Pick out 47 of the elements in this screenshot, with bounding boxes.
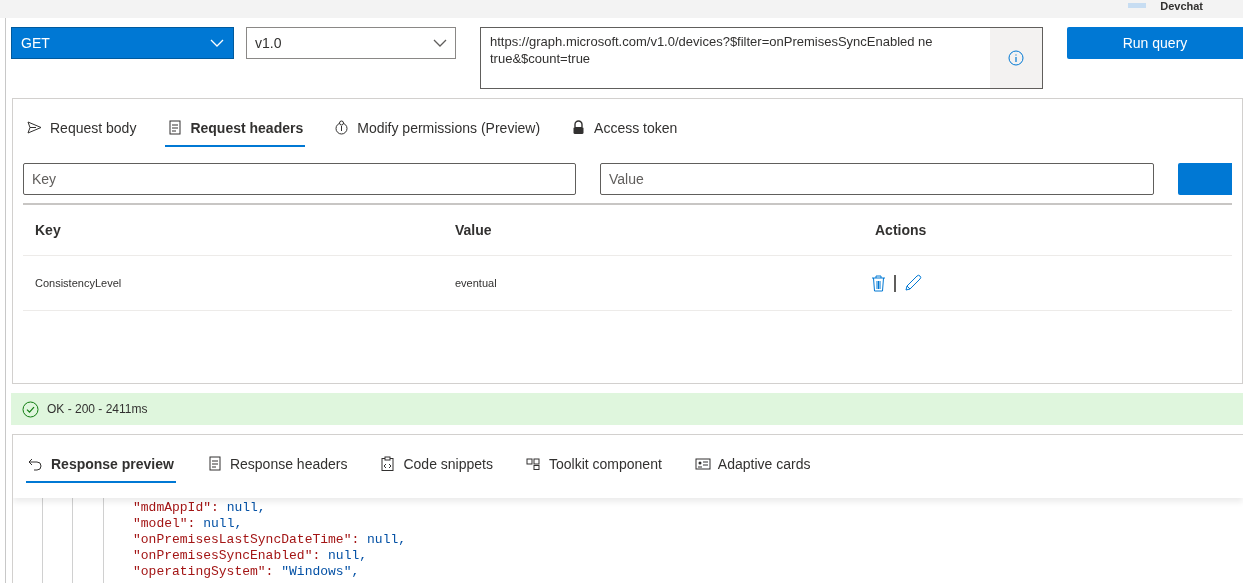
delete-icon[interactable] bbox=[871, 274, 886, 292]
send-icon bbox=[27, 120, 43, 136]
column-header: Value bbox=[455, 221, 492, 238]
json-key: "operatingSystem": bbox=[133, 564, 274, 579]
json-value: null, bbox=[367, 532, 407, 547]
json-value: null, bbox=[203, 516, 243, 531]
user-name: Devchat bbox=[1160, 0, 1203, 12]
json-key: "mdmAppId": bbox=[133, 500, 219, 515]
version-dropdown[interactable]: v1.0 bbox=[246, 27, 456, 59]
column-header: Actions bbox=[875, 221, 927, 238]
document-icon bbox=[206, 456, 223, 472]
json-value: null, bbox=[226, 500, 266, 515]
column-header: Key bbox=[35, 221, 61, 238]
method-dropdown[interactable]: GET bbox=[11, 27, 234, 59]
undo-icon bbox=[28, 456, 44, 472]
clipboard-code-icon bbox=[380, 456, 397, 472]
tab[interactable]: Code snippets bbox=[378, 447, 495, 483]
tab[interactable]: Request headers bbox=[165, 111, 306, 147]
json-key: "onPremisesLastSyncDateTime": bbox=[133, 532, 360, 547]
run-query-button[interactable]: Run query bbox=[1067, 27, 1243, 59]
url-field[interactable]: https://graph.microsoft.com/v1.0/devices?$filter=onPremisesSyncEnabled ne true&$count=true bbox=[480, 27, 1043, 89]
status-message: OK - 200 - 2411ms bbox=[47, 401, 148, 418]
json-key: "onPremisesSyncEnabled": bbox=[133, 548, 321, 563]
chevron-icon bbox=[433, 39, 447, 47]
json-key: "model": bbox=[133, 516, 196, 531]
tab[interactable]: Response preview bbox=[26, 447, 176, 483]
key-input[interactable]: Key bbox=[23, 163, 576, 195]
table-cell: ConsistencyLevel bbox=[35, 276, 122, 289]
tab[interactable]: Access token bbox=[569, 111, 680, 147]
document-icon bbox=[167, 120, 184, 136]
value-input[interactable]: Value bbox=[600, 163, 1154, 195]
permission-icon bbox=[334, 120, 351, 136]
card-icon bbox=[694, 456, 711, 472]
json-value: "Windows", bbox=[281, 564, 360, 579]
json-value: null, bbox=[328, 548, 368, 563]
tab[interactable]: Adaptive cards bbox=[692, 447, 813, 483]
info-icon[interactable] bbox=[1008, 50, 1024, 66]
table-cell: eventual bbox=[455, 276, 497, 289]
tab[interactable]: Modify permissions (Preview) bbox=[332, 111, 543, 147]
tab[interactable]: Response headers bbox=[204, 447, 350, 483]
check-circle-icon bbox=[22, 400, 39, 418]
tab[interactable]: Request body bbox=[25, 111, 139, 147]
user-icon bbox=[1128, 2, 1147, 10]
tab[interactable]: Toolkit component bbox=[524, 447, 664, 483]
chevron-icon bbox=[210, 39, 224, 47]
toolkit-icon bbox=[526, 456, 542, 472]
edit-icon[interactable] bbox=[904, 274, 922, 292]
